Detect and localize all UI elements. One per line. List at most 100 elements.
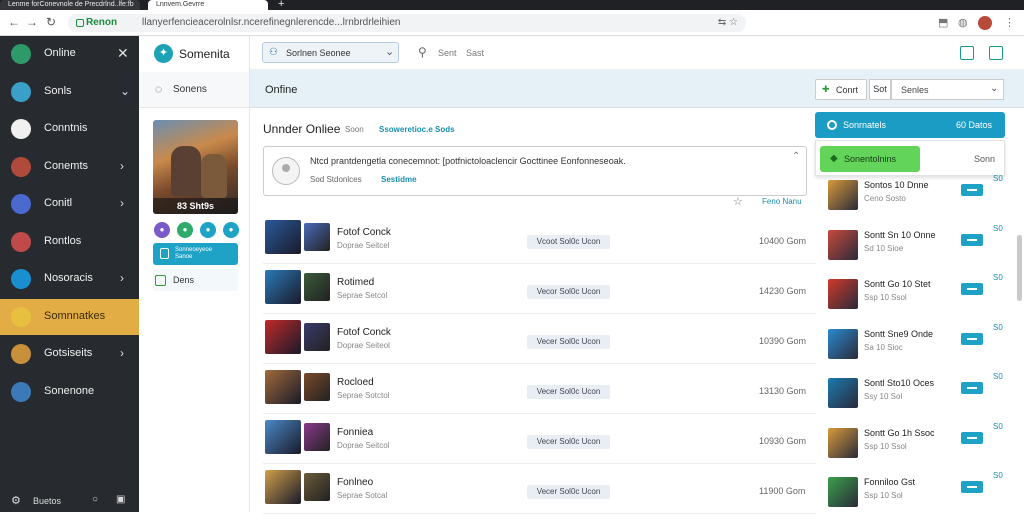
back-icon[interactable]: ← xyxy=(8,15,20,29)
filter-button-label: Conrt xyxy=(836,85,859,95)
game-cover-image[interactable]: 83 Sht9s xyxy=(153,120,238,214)
sidebar-item[interactable]: Gotsiseits › xyxy=(0,336,139,372)
sidebar-item[interactable]: Sonenone xyxy=(0,374,139,410)
extension-icon[interactable]: ⬒ xyxy=(938,16,948,29)
shield-icon[interactable]: ◍ xyxy=(958,16,968,29)
sidebar-item[interactable]: Sonls ⌄ xyxy=(0,74,139,110)
search-label-2[interactable]: Sast xyxy=(466,48,484,58)
item-thumbnail xyxy=(265,420,301,454)
side-list-item[interactable]: Sontt Go 1h Ssoc Ssp 10 Ssol S0 xyxy=(825,422,1015,478)
list-item[interactable]: Fonlneo Seprae Sotcal Vecer Sol0c Ucon 1190… xyxy=(263,464,816,514)
main-header: ⚇ Sorlnen Seonee ⌄ ⚲ Sent Sast xyxy=(250,36,1024,70)
sort-select[interactable]: Senles ⌄ xyxy=(891,79,1004,100)
comment-card[interactable]: Ntcd prantdengetla conecemnot: [potfnict… xyxy=(263,146,807,196)
item-tag[interactable]: Vcoot Sol0c Ucon xyxy=(527,235,610,249)
sidebar-item[interactable]: Rontlos xyxy=(0,224,139,260)
forward-icon[interactable]: → xyxy=(26,15,38,29)
item-tag[interactable]: Vecer Sol0c Ucon xyxy=(527,485,610,499)
side-item-action-button[interactable] xyxy=(961,382,983,394)
profile-avatar[interactable] xyxy=(978,16,992,30)
section-meta: Soon xyxy=(345,125,364,134)
sidebar-item[interactable]: Conntnis xyxy=(0,111,139,147)
side-item-thumbnail xyxy=(828,378,858,408)
item-tag[interactable]: Vecer Sol0c Ucon xyxy=(527,435,610,449)
sidebar-item-icon xyxy=(11,381,31,402)
section-link[interactable]: Ssoweretioc.e Sods xyxy=(379,125,455,134)
settings-icon[interactable]: ⚙ xyxy=(11,494,21,507)
chevron-icon[interactable]: › xyxy=(120,271,124,285)
item-title: Fonlneo xyxy=(337,477,374,488)
server-dropdown[interactable]: ⚇ Sorlnen Seonee ⌄ xyxy=(262,42,399,63)
window-icon[interactable] xyxy=(989,46,1003,60)
panel-search[interactable]: ◌ Sonens xyxy=(139,72,249,108)
side-list-item[interactable]: Sontt Sne9 Onde Sa 10 Sioc S0 xyxy=(825,323,1015,379)
side-item-action-button[interactable] xyxy=(961,431,983,444)
browser-tab-active[interactable]: Lnnvem.Gevrre xyxy=(148,0,268,10)
sidebar-item[interactable]: Conitl › xyxy=(0,186,139,222)
side-item-subtitle: Ceno Sosto xyxy=(864,194,906,203)
filter-button[interactable]: ✚ Conrt xyxy=(815,79,867,100)
item-count: 10400 Gom xyxy=(759,236,807,246)
sidebar-item[interactable]: Somnnatkes xyxy=(0,298,139,335)
side-list-item[interactable]: Sontt Go 10 Stet Ssp 10 Ssol S0 xyxy=(825,273,1015,329)
side-list-item[interactable]: Sontt Sn 10 Onne Sd 10 Sioe S0 xyxy=(825,224,1015,280)
menu-icon[interactable]: ⋮ xyxy=(1004,16,1015,29)
panel-link-label: Dens xyxy=(173,275,195,285)
sidebar-footer-label[interactable]: Buetos xyxy=(33,496,61,506)
top-banner[interactable]: Sonrnatels 60 Datos xyxy=(815,112,1005,138)
side-item-action-button[interactable] xyxy=(961,283,983,295)
item-tag[interactable]: Vecer Sol0c Ucon xyxy=(527,385,610,399)
search-label[interactable]: Sent xyxy=(438,48,457,58)
circle-icon[interactable]: ○ xyxy=(92,494,98,505)
chevron-icon[interactable]: › xyxy=(120,346,124,360)
reload-icon[interactable]: ↻ xyxy=(46,15,56,29)
star-label[interactable]: Feno Nanu xyxy=(762,197,802,206)
item-tag[interactable]: Vecor Sol0c Ucon xyxy=(527,285,610,299)
sort-toggle-button[interactable]: Sot xyxy=(869,79,891,100)
side-item-thumbnail xyxy=(828,477,858,507)
comment-link[interactable]: Sestidme xyxy=(381,175,417,184)
side-item-action-button[interactable] xyxy=(961,481,983,493)
chevron-up-icon[interactable]: ⌃ xyxy=(792,151,800,162)
new-tab-button[interactable]: + xyxy=(278,0,284,10)
info-card[interactable]: Sonneoeyeoe Sanoe xyxy=(153,243,238,265)
section-title: Unnder Onliee xyxy=(263,122,341,136)
search-icon[interactable]: ⚲ xyxy=(418,45,427,59)
panel-link-row[interactable]: Dens xyxy=(153,269,238,291)
chevron-icon[interactable]: › xyxy=(120,159,124,173)
item-tag[interactable]: Vecer Sol0c Ucon xyxy=(527,335,610,349)
list-item[interactable]: Rocloed Seprae Sotctol Vecer Sol0c Ucon 131… xyxy=(263,364,816,414)
scrollbar[interactable] xyxy=(1017,235,1022,301)
list-item[interactable]: Fonniea Doprae Seitcol Vecer Sol0c Ucon 109… xyxy=(263,414,816,464)
list-item[interactable]: Rotimed Seprae Setcol Vecor Sol0c Ucon 1423… xyxy=(263,264,816,314)
side-item-thumbnail xyxy=(828,229,858,260)
browser-tab[interactable]: Lenme forConevnole de Precdrlnd..lfe:fb xyxy=(0,0,140,10)
highlight-button[interactable]: ◆ Sonentolnins xyxy=(820,146,920,172)
side-list-item[interactable]: Sontl Sto10 Oces Ssy 10 Sol S0 xyxy=(825,372,1015,428)
sidebar-item[interactable]: Conemts › xyxy=(0,149,139,185)
side-list-item[interactable]: Sontos 10 Dnne Ceno Sosto S0 xyxy=(825,174,1015,230)
chevron-icon[interactable]: › xyxy=(120,196,124,210)
sidebar-item[interactable]: Online xyxy=(0,36,139,72)
star-icon[interactable]: ☆ xyxy=(733,195,743,208)
platform-chip-icon[interactable]: ● xyxy=(200,222,216,238)
sidebar-item-label: Online xyxy=(44,47,76,59)
side-item-action-button[interactable] xyxy=(961,184,983,196)
list-item[interactable]: Fotof Conck Doprae Seitcel Vcoot Sol0c Uco… xyxy=(263,214,816,264)
list-item[interactable]: Fotof Conck Doprae Seiteol Vecer Sol0c Uco… xyxy=(263,314,816,364)
chevron-icon[interactable]: ⌄ xyxy=(120,84,130,98)
item-thumbnail xyxy=(265,220,301,254)
side-item-action-button[interactable] xyxy=(961,233,983,246)
platform-chip-icon[interactable]: ● xyxy=(223,222,239,238)
bookmark-star-icon[interactable]: ⇆ ☆ xyxy=(718,14,738,32)
side-item-action-button[interactable] xyxy=(961,332,983,345)
platform-chip-icon[interactable]: ● xyxy=(177,222,193,238)
platform-chip-icon[interactable]: ● xyxy=(154,222,170,238)
layout-icon[interactable]: ▣ xyxy=(116,494,125,505)
side-list-item[interactable]: Fonniloo Gst Ssp 10 Sol S0 xyxy=(825,471,1015,527)
address-bar[interactable]: Renon llanyerfencieacerolnlsr.ncerefineg… xyxy=(68,14,746,32)
users-icon: ⚇ xyxy=(269,47,278,58)
sidebar-item[interactable]: Nosoracis › xyxy=(0,261,139,297)
image-icon[interactable] xyxy=(960,46,974,60)
leaf-icon: ◆ xyxy=(830,153,838,164)
